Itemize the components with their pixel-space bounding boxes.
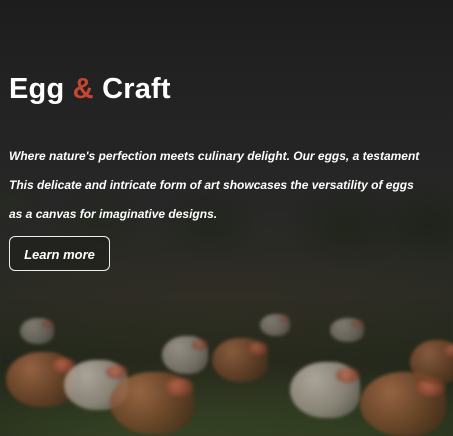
title-ampersand: & bbox=[72, 73, 94, 105]
hero-title: Egg & Craft bbox=[9, 72, 453, 106]
hen bbox=[212, 338, 268, 382]
hen bbox=[360, 372, 446, 436]
hen bbox=[64, 360, 128, 410]
hero-content: Egg & Craft Where nature's perfection me… bbox=[9, 72, 453, 271]
hen bbox=[162, 336, 208, 374]
title-craft: Craft bbox=[102, 73, 171, 105]
grass-field bbox=[0, 300, 453, 436]
hero-section: Egg & Craft Where nature's perfection me… bbox=[0, 0, 453, 436]
hen bbox=[330, 318, 364, 342]
hero-description: Where nature's perfection meets culinary… bbox=[9, 142, 453, 229]
description-line: Where nature's perfection meets culinary… bbox=[9, 149, 420, 163]
hen bbox=[260, 314, 290, 336]
hen bbox=[6, 352, 76, 407]
hen bbox=[110, 372, 194, 434]
description-line: as a canvas for imaginative designs. bbox=[9, 207, 218, 221]
hen bbox=[410, 340, 453, 384]
title-egg: Egg bbox=[9, 73, 65, 105]
hen bbox=[20, 318, 54, 344]
description-line: This delicate and intricate form of art … bbox=[9, 178, 414, 192]
learn-more-button[interactable]: Learn more bbox=[9, 236, 110, 271]
hen bbox=[290, 362, 360, 418]
